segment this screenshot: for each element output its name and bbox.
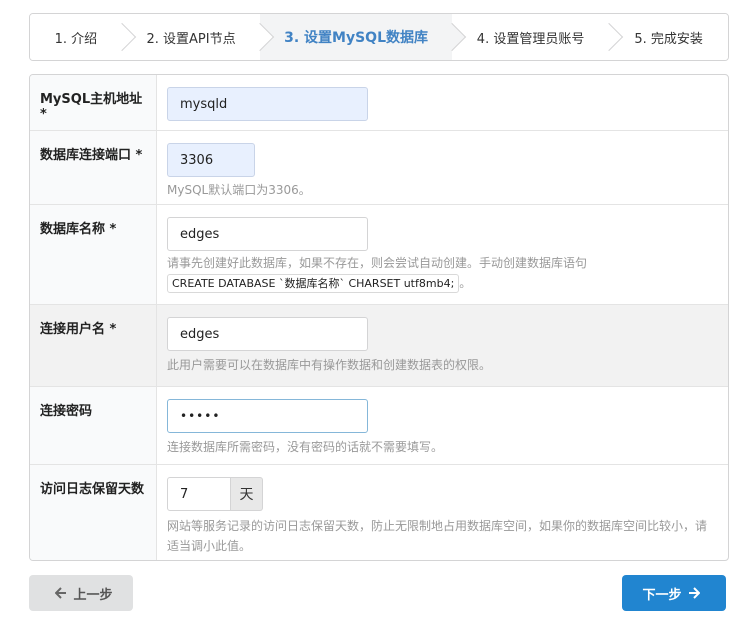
step-admin: 4. 设置管理员账号 [451, 14, 624, 60]
logdays-label: 访问日志保留天数 [30, 465, 157, 560]
step-label: 5. 完成安装 [634, 31, 703, 47]
step-mysql: 3. 设置MySQL数据库 [260, 14, 466, 60]
create-db-code: CREATE DATABASE `数据库名称` CHARSET utf8mb4; [167, 274, 460, 293]
host-input[interactable]: mysqld [167, 87, 368, 121]
password-label: 连接密码 [30, 387, 157, 464]
dbname-hint-end: 。 [459, 276, 472, 290]
logdays-input[interactable]: 7 [167, 477, 231, 511]
row-port: 数据库连接端口 * 3306 MySQL默认端口为3306。 [30, 131, 728, 205]
row-user: 连接用户名 * edges 此用户需要可以在数据库中有操作数据和创建数据表的权限… [30, 305, 728, 387]
logdays-input-group: 7 天 [167, 477, 718, 511]
arrow-left-icon [55, 587, 67, 599]
prev-label: 上一步 [73, 587, 113, 603]
dbname-hint-text: 请事先创建好此数据库，如果不存在，则会尝试自动创建。手动创建数据库语句 [167, 256, 588, 270]
port-input[interactable]: 3306 [167, 143, 255, 177]
row-dbname: 数据库名称 * edges 请事先创建好此数据库，如果不存在，则会尝试自动创建。… [30, 205, 728, 305]
dbname-label: 数据库名称 * [30, 205, 157, 304]
logdays-unit: 天 [231, 477, 263, 511]
step-label: 3. 设置MySQL数据库 [284, 30, 429, 46]
next-button[interactable]: 下一步 [622, 575, 726, 611]
step-intro: 1. 介绍 [30, 14, 136, 60]
password-hint: 连接数据库所需密码，没有密码的话就不需要填写。 [167, 440, 444, 454]
row-password: 连接密码 ••••• 连接数据库所需密码，没有密码的话就不需要填写。 [30, 387, 728, 465]
step-finish: 5. 完成安装 [609, 14, 728, 60]
arrow-right-icon [688, 587, 700, 599]
prev-button[interactable]: 上一步 [29, 575, 133, 611]
host-label: MySQL主机地址 * [30, 75, 157, 130]
next-label: 下一步 [642, 587, 682, 603]
dbname-input[interactable]: edges [167, 217, 368, 251]
logdays-hint: 网站等服务记录的访问日志保留天数，防止无限制地占用数据库空间，如果你的数据库空间… [167, 519, 708, 553]
user-input[interactable]: edges [167, 317, 368, 351]
port-hint: MySQL默认端口为3306。 [167, 183, 311, 197]
step-label: 1. 介绍 [54, 31, 98, 47]
step-label: 4. 设置管理员账号 [476, 31, 585, 47]
row-host: MySQL主机地址 * mysqld [30, 75, 728, 131]
user-label: 连接用户名 * [30, 305, 157, 386]
row-log-days: 访问日志保留天数 7 天 网站等服务记录的访问日志保留天数，防止无限制地占用数据… [30, 465, 728, 560]
step-label: 2. 设置API节点 [146, 31, 236, 47]
mysql-settings-form: MySQL主机地址 * mysqld 数据库连接端口 * 3306 MySQL默… [29, 74, 729, 561]
steps-bar: 1. 介绍 2. 设置API节点 3. 设置MySQL数据库 4. 设置管理员账… [29, 13, 729, 61]
port-label: 数据库连接端口 * [30, 131, 157, 204]
password-input[interactable]: ••••• [167, 399, 368, 433]
user-hint: 此用户需要可以在数据库中有操作数据和创建数据表的权限。 [167, 358, 492, 372]
step-api-node: 2. 设置API节点 [121, 14, 275, 60]
dbname-hint: 请事先创建好此数据库，如果不存在，则会尝试自动创建。手动创建数据库语句 CREA… [167, 254, 718, 293]
